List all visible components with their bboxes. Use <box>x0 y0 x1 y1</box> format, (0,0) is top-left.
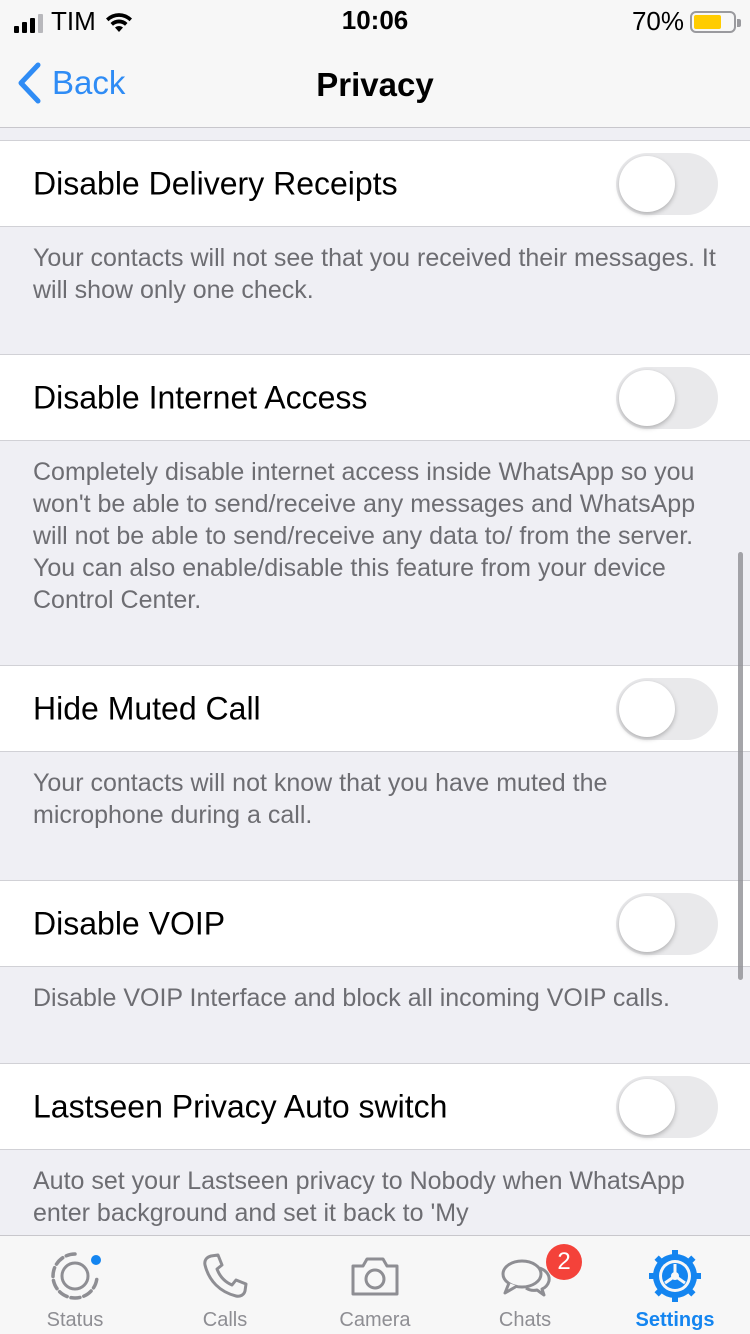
chats-badge: 2 <box>546 1244 582 1280</box>
tab-calls[interactable]: Calls <box>150 1236 300 1334</box>
toggle-knob <box>619 1078 675 1135</box>
settings-list[interactable]: Disable Delivery Receipts Your contacts … <box>0 129 750 1235</box>
setting-group-lastseen: Lastseen Privacy Auto switch Auto set yo… <box>0 1063 750 1229</box>
setting-label: Lastseen Privacy Auto switch <box>33 1088 448 1124</box>
setting-description: Disable VOIP Interface and block all inc… <box>33 984 670 1012</box>
page-title: Privacy <box>316 66 434 103</box>
setting-label: Disable Delivery Receipts <box>33 165 398 201</box>
setting-description: Completely disable internet access insid… <box>33 458 696 614</box>
camera-icon <box>351 1257 399 1296</box>
setting-row: Lastseen Privacy Auto switch <box>0 1063 750 1150</box>
setting-group-delivery-receipts: Disable Delivery Receipts Your contacts … <box>0 140 750 306</box>
setting-row: Hide Muted Call <box>0 665 750 752</box>
chat-bubbles-icon <box>501 1259 551 1297</box>
battery-icon <box>690 10 741 33</box>
battery-level <box>694 14 721 29</box>
tab-label: Calls <box>202 1309 248 1331</box>
setting-label: Disable Internet Access <box>33 379 368 415</box>
battery-percent: 70% <box>631 6 684 36</box>
tab-bar: Status Calls Camera Chats Settings <box>0 1235 750 1334</box>
setting-label: Hide Muted Call <box>33 690 261 726</box>
tab-camera[interactable]: Camera <box>300 1236 450 1334</box>
tab-label: Settings <box>635 1309 715 1331</box>
setting-description: Your contacts will not know that you hav… <box>33 769 608 829</box>
gear-icon <box>649 1250 701 1302</box>
battery-cap <box>737 18 741 27</box>
setting-description: Auto set your Lastseen privacy to Nobody… <box>33 1167 685 1227</box>
setting-row: Disable Delivery Receipts <box>0 140 750 227</box>
toggle-knob <box>619 680 675 737</box>
tab-label: Camera <box>339 1309 411 1331</box>
toggle-knob <box>619 369 675 426</box>
navigation-bar: Back Privacy <box>0 40 750 128</box>
setting-group-internet-access: Disable Internet Access Completely disab… <box>0 354 750 616</box>
tab-status[interactable]: Status <box>0 1236 150 1334</box>
status-bar: TIM 10:06 70% <box>0 0 750 40</box>
setting-description: Your contacts will not see that you rece… <box>33 244 716 304</box>
scroll-indicator[interactable] <box>738 552 743 980</box>
status-right: 70% <box>631 6 741 37</box>
setting-row: Disable VOIP <box>0 880 750 967</box>
tab-label: Status <box>46 1309 104 1331</box>
voip-toggle[interactable] <box>616 892 718 955</box>
toggle-knob <box>619 895 675 952</box>
lastseen-auto-switch-toggle[interactable] <box>616 1075 718 1138</box>
delivery-receipts-toggle[interactable] <box>616 152 718 215</box>
muted-call-toggle[interactable] <box>616 677 718 740</box>
setting-group-muted-call: Hide Muted Call Your contacts will not k… <box>0 665 750 831</box>
setting-label: Disable VOIP <box>33 905 226 941</box>
tab-label: Chats <box>498 1309 552 1331</box>
setting-row: Disable Internet Access <box>0 354 750 441</box>
phone-icon <box>203 1253 248 1298</box>
setting-group-voip: Disable VOIP Disable VOIP Interface and … <box>0 880 750 1014</box>
toggle-knob <box>619 155 675 212</box>
status-unread-dot <box>89 1253 103 1267</box>
tab-settings[interactable]: Settings <box>600 1236 750 1334</box>
internet-access-toggle[interactable] <box>616 366 718 429</box>
